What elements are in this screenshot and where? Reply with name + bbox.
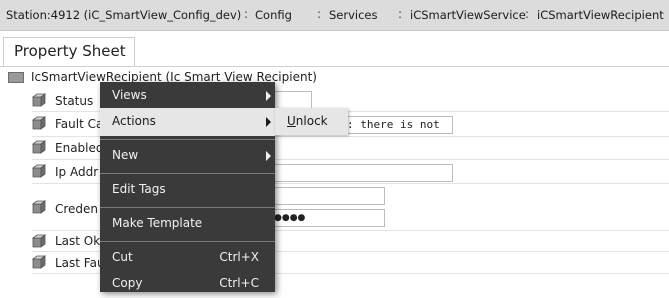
menu-item-shortcut: Ctrl+C — [219, 276, 259, 290]
breadcrumb-config[interactable]: Config — [255, 8, 292, 22]
property-label: Enabled — [55, 141, 104, 155]
menu-item-copy[interactable]: Copy Ctrl+C — [100, 270, 275, 298]
cube-icon — [32, 164, 46, 178]
menu-item-label: Make Template — [112, 216, 203, 230]
property-label: Status — [55, 94, 94, 108]
menu-separator — [100, 173, 275, 174]
breadcrumb-smartview-service[interactable]: iCSmartViewService — [410, 8, 526, 22]
actions-submenu: Unlock — [275, 108, 348, 135]
breadcrumb-services[interactable]: Services — [329, 8, 378, 22]
fault-cause-field[interactable]: : there is not — [342, 116, 453, 134]
submenu-arrow-icon — [266, 117, 271, 127]
tab-property-sheet[interactable]: Property Sheet — [3, 37, 135, 66]
menu-separator — [100, 139, 275, 140]
menu-item-views[interactable]: Views — [100, 82, 275, 110]
menu-item-unlock[interactable]: Unlock — [287, 114, 328, 128]
menu-separator — [100, 207, 275, 208]
property-label: Fault Ca — [55, 117, 104, 131]
breadcrumb-separator: : — [398, 7, 403, 21]
component-icon — [8, 72, 24, 83]
breadcrumb-separator: : — [244, 7, 249, 21]
menu-item-label: New — [112, 148, 139, 162]
breadcrumb-station[interactable]: Station:4912 (iC_SmartView_Config_dev) — [6, 8, 241, 22]
unlock-mnemonic: U — [287, 114, 296, 128]
breadcrumb-separator: : — [317, 7, 322, 21]
unlock-label: nlock — [295, 114, 328, 128]
context-menu: Views Actions New Edit Tags Make Templat… — [100, 82, 275, 292]
password-dots: ●●●● — [274, 213, 306, 223]
menu-item-label: Edit Tags — [112, 182, 166, 196]
cube-icon — [32, 140, 46, 154]
cube-icon — [32, 200, 46, 214]
menu-item-cut[interactable]: Cut Ctrl+X — [100, 244, 275, 272]
property-label: Last Ok — [55, 234, 101, 248]
menu-item-shortcut: Ctrl+X — [219, 250, 259, 264]
menu-item-edit-tags[interactable]: Edit Tags — [100, 176, 275, 204]
menu-item-label: Actions — [112, 114, 156, 128]
property-label: Ip Addr — [55, 165, 99, 179]
property-label: Last Fau — [55, 256, 105, 270]
menu-separator — [100, 241, 275, 242]
cube-icon — [32, 93, 46, 107]
breadcrumb-separator: : — [525, 7, 530, 21]
breadcrumb-smartview-recipient[interactable]: iCSmartViewRecipient — [537, 8, 664, 22]
breadcrumb: Station:4912 (iC_SmartView_Config_dev) :… — [0, 0, 669, 31]
menu-item-actions[interactable]: Actions — [100, 108, 275, 136]
username-field[interactable] — [272, 187, 385, 205]
submenu-arrow-icon — [266, 91, 271, 101]
menu-item-new[interactable]: New — [100, 142, 275, 170]
cube-icon — [32, 234, 46, 248]
cube-icon — [32, 255, 46, 269]
tab-label: Property Sheet — [14, 42, 126, 60]
menu-item-label: Copy — [112, 276, 143, 290]
menu-item-make-template[interactable]: Make Template — [100, 210, 275, 238]
tab-bar: Property Sheet — [0, 31, 669, 67]
property-label: Creden — [55, 202, 99, 216]
submenu-arrow-icon — [266, 151, 271, 161]
cube-icon — [32, 116, 46, 130]
menu-item-label: Views — [112, 88, 147, 102]
ip-address-field[interactable] — [272, 164, 453, 182]
menu-item-label: Cut — [112, 250, 133, 264]
status-field[interactable] — [272, 91, 312, 109]
password-field[interactable]: ●●●● — [272, 209, 385, 227]
